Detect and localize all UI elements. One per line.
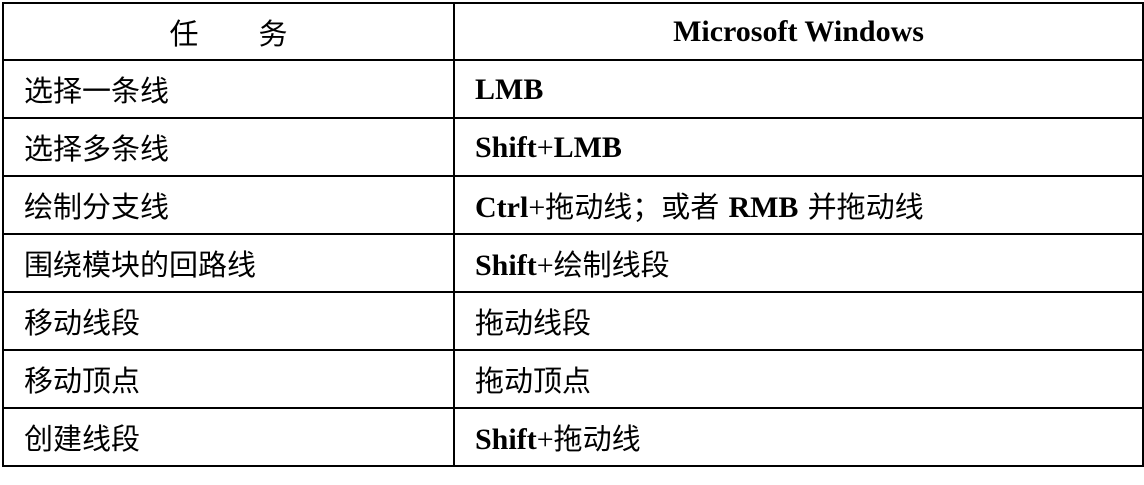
windows-shortcut-cell: Shift+LMB bbox=[453, 117, 1144, 177]
task-cell: 创建线段 bbox=[2, 407, 455, 467]
shortcut-key: Ctrl bbox=[475, 191, 529, 224]
plus-sign: + bbox=[536, 423, 554, 456]
shortcut-key: Shift bbox=[475, 249, 537, 282]
table-row: 创建线段 Shift+拖动线 bbox=[2, 407, 1144, 467]
shortcut-key: LMB bbox=[553, 130, 622, 164]
windows-shortcut-cell: Shift+拖动线 bbox=[453, 407, 1144, 467]
task-cell: 选择多条线 bbox=[2, 117, 455, 177]
windows-shortcut-cell: 拖动顶点 bbox=[453, 349, 1144, 409]
windows-shortcut-cell: Shift+绘制线段 bbox=[453, 233, 1144, 293]
task-label: 移动线段 bbox=[24, 306, 141, 340]
windows-shortcut-cell: 拖动线段 bbox=[453, 291, 1144, 351]
shortcut-table: 任务 Microsoft Windows 选择一条线 LMB 选择多条线 Shift+… bbox=[2, 2, 1144, 467]
shortcut-text: 绘制线段 bbox=[553, 248, 670, 282]
shortcut-key: Shift bbox=[475, 130, 537, 164]
table-row: 移动线段 拖动线段 bbox=[2, 291, 1144, 351]
table-row: 选择多条线 Shift+LMB bbox=[2, 117, 1144, 177]
shortcut-text: 拖动线 bbox=[553, 422, 641, 456]
plus-sign: + bbox=[536, 249, 554, 282]
header-cell-windows: Microsoft Windows bbox=[453, 2, 1144, 61]
task-label: 选择多条线 bbox=[24, 132, 170, 166]
shortcut-key: LMB bbox=[475, 72, 544, 106]
header-cell-task: 任务 bbox=[2, 2, 455, 61]
task-label: 选择一条线 bbox=[24, 74, 170, 108]
table-row: 围绕模块的回路线 Shift+绘制线段 bbox=[2, 233, 1144, 293]
shortcut-text: 拖动顶点 bbox=[475, 364, 592, 398]
table-body: 任务 Microsoft Windows 选择一条线 LMB 选择多条线 Shift+… bbox=[2, 2, 1144, 467]
shortcut-text: 并拖动线 bbox=[798, 190, 924, 224]
table-row: 选择一条线 LMB bbox=[2, 59, 1144, 119]
task-cell: 选择一条线 bbox=[2, 59, 455, 119]
task-cell: 移动顶点 bbox=[2, 349, 455, 409]
task-cell: 围绕模块的回路线 bbox=[2, 233, 455, 293]
windows-shortcut-cell: Ctrl+拖动线；或者 RMB 并拖动线 bbox=[453, 175, 1144, 235]
header-windows-label: Microsoft Windows bbox=[673, 15, 924, 48]
header-task-label: 任务 bbox=[169, 16, 348, 51]
table-header-row: 任务 Microsoft Windows bbox=[2, 2, 1144, 61]
shortcut-key: Shift bbox=[475, 423, 537, 456]
task-label: 绘制分支线 bbox=[24, 190, 170, 224]
plus-sign: + bbox=[536, 130, 554, 164]
shortcut-key: RMB bbox=[728, 191, 799, 224]
table-row: 绘制分支线 Ctrl+拖动线；或者 RMB 并拖动线 bbox=[2, 175, 1144, 235]
shortcut-text: 拖动线；或者 bbox=[545, 190, 729, 224]
task-label: 围绕模块的回路线 bbox=[24, 248, 257, 282]
task-cell: 移动线段 bbox=[2, 291, 455, 351]
plus-sign: + bbox=[528, 191, 546, 224]
task-label: 移动顶点 bbox=[24, 364, 141, 398]
task-label: 创建线段 bbox=[24, 422, 141, 456]
shortcut-text: 拖动线段 bbox=[475, 306, 592, 340]
table-row: 移动顶点 拖动顶点 bbox=[2, 349, 1144, 409]
task-cell: 绘制分支线 bbox=[2, 175, 455, 235]
windows-shortcut-cell: LMB bbox=[453, 59, 1144, 119]
